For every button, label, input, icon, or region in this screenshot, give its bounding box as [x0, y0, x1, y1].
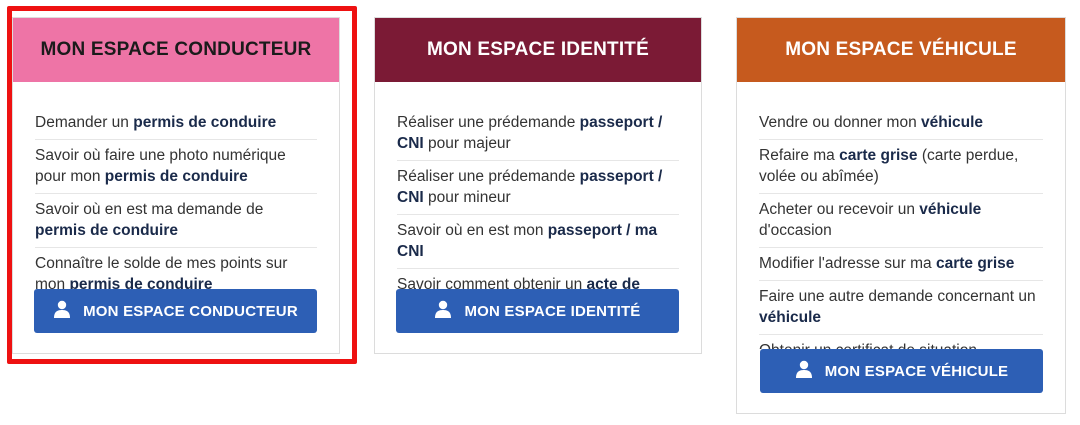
- link-item[interactable]: Demander un permis de conduire: [35, 107, 317, 140]
- link-keyword: permis de conduire: [133, 114, 277, 131]
- link-item[interactable]: Faire une autre demande concernant un vé…: [759, 281, 1043, 335]
- link-text: Savoir comment obtenir un: [397, 276, 587, 289]
- link-text: Faire une autre demande concernant un: [759, 288, 1036, 305]
- card-conducteur: MON ESPACE CONDUCTEUR Demander un permis…: [12, 17, 340, 354]
- link-keyword: acte de: [586, 276, 640, 289]
- user-icon: [53, 300, 71, 322]
- card-header-vehicule: MON ESPACE VÉHICULE: [737, 18, 1065, 82]
- link-text: Obtenir un certificat de situation: [759, 342, 977, 349]
- link-keyword: véhicule: [921, 114, 984, 131]
- link-text: Demander un: [35, 114, 134, 131]
- card-title: MON ESPACE IDENTITÉ: [427, 39, 649, 60]
- link-text: Vendre ou donner mon: [759, 114, 922, 131]
- link-keyword: véhicule: [759, 309, 822, 326]
- card-title: MON ESPACE CONDUCTEUR: [40, 39, 312, 60]
- card-vehicule: MON ESPACE VÉHICULE Vendre ou donner mon…: [736, 17, 1066, 414]
- button-label: MON ESPACE CONDUCTEUR: [83, 302, 298, 320]
- link-item[interactable]: Réaliser une prédemande passeport / CNI …: [397, 161, 679, 215]
- link-text: Modifier l'adresse sur ma: [759, 255, 936, 272]
- link-text: Réaliser une prédemande: [397, 168, 580, 185]
- button-label: MON ESPACE VÉHICULE: [824, 362, 1009, 380]
- link-keyword: carte grise: [935, 255, 1015, 272]
- link-item[interactable]: Savoir où en est mon passeport / ma CNI: [397, 215, 679, 269]
- link-text: pour mineur: [423, 189, 511, 206]
- link-item[interactable]: Acheter ou recevoir un véhicule d'occasi…: [759, 194, 1043, 248]
- link-text: Savoir où en est ma demande de: [35, 201, 264, 218]
- card-header-conducteur: MON ESPACE CONDUCTEUR: [13, 18, 339, 82]
- link-item[interactable]: Savoir où en est ma demande de permis de…: [35, 194, 317, 248]
- card-identite: MON ESPACE IDENTITÉ Réaliser une prédema…: [374, 17, 702, 354]
- link-keyword: permis de conduire: [69, 276, 213, 289]
- link-list-conducteur: Demander un permis de conduire Savoir où …: [35, 107, 317, 289]
- mon-espace-conducteur-button[interactable]: MON ESPACE CONDUCTEUR: [34, 289, 317, 333]
- link-item[interactable]: Modifier l'adresse sur ma carte grise: [759, 248, 1043, 281]
- link-text: Refaire ma: [759, 147, 840, 164]
- link-item[interactable]: Savoir comment obtenir un acte de: [397, 269, 679, 289]
- link-keyword: véhicule: [919, 201, 982, 218]
- mon-espace-identite-button[interactable]: MON ESPACE IDENTITÉ: [396, 289, 679, 333]
- card-header-identite: MON ESPACE IDENTITÉ: [375, 18, 701, 82]
- button-label: MON ESPACE IDENTITÉ: [464, 302, 641, 320]
- user-icon: [434, 300, 452, 322]
- link-text: Acheter ou recevoir un: [759, 201, 920, 218]
- link-item[interactable]: Refaire ma carte grise (carte perdue, vo…: [759, 140, 1043, 194]
- mon-espace-vehicule-button[interactable]: MON ESPACE VÉHICULE: [760, 349, 1043, 393]
- link-text: pour majeur: [423, 135, 511, 152]
- link-list-identite: Réaliser une prédemande passeport / CNI …: [397, 107, 679, 289]
- link-keyword: permis de conduire: [104, 168, 248, 185]
- link-item[interactable]: Vendre ou donner mon véhicule: [759, 107, 1043, 140]
- link-text: d'occasion: [759, 222, 832, 239]
- link-text: Réaliser une prédemande: [397, 114, 580, 131]
- card-title: MON ESPACE VÉHICULE: [785, 39, 1017, 60]
- user-icon: [795, 360, 813, 382]
- link-keyword: carte grise: [839, 147, 918, 164]
- link-keyword: permis de conduire: [35, 222, 178, 239]
- link-text: Savoir où en est mon: [397, 222, 548, 239]
- link-item[interactable]: Connaître le solde de mes points sur mon…: [35, 248, 317, 289]
- link-list-vehicule: Vendre ou donner mon véhicule Refaire ma …: [759, 107, 1043, 349]
- link-item[interactable]: Savoir où faire une photo numérique pour…: [35, 140, 317, 194]
- link-item[interactable]: Obtenir un certificat de situation: [759, 335, 1043, 349]
- link-item[interactable]: Réaliser une prédemande passeport / CNI …: [397, 107, 679, 161]
